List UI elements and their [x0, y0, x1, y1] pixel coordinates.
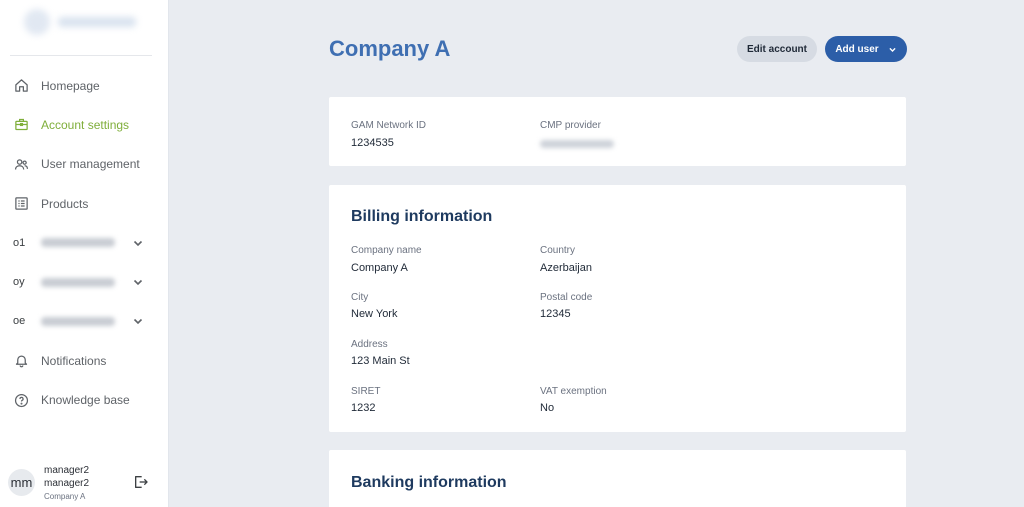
user-company: Company A — [44, 492, 86, 501]
sidebar-nav: Homepage Account settings User managemen… — [0, 66, 168, 420]
briefcase-icon — [13, 117, 29, 133]
sidebar-item-label: Knowledge base — [41, 393, 130, 408]
siret-value: 1232 — [351, 402, 376, 414]
sidebar-item-group-3[interactable]: oe — [0, 302, 168, 341]
sidebar: Homepage Account settings User managemen… — [0, 0, 169, 507]
cmp-provider-label: CMP provider — [540, 120, 601, 131]
address-label: Address — [351, 339, 388, 350]
user-profile[interactable]: mm manager2 manager2 Company A — [8, 462, 158, 504]
logo-text — [58, 17, 136, 27]
company-name-label: Company name — [351, 245, 422, 256]
logo-mark — [24, 9, 50, 35]
network-card: GAM Network ID 1234535 CMP provider — [329, 97, 906, 166]
sidebar-item-label: Notifications — [41, 353, 107, 368]
list-icon — [13, 196, 29, 212]
vat-exemption-label: VAT exemption — [540, 386, 607, 397]
chevron-down-icon[interactable] — [132, 237, 144, 249]
add-user-button[interactable]: Add user — [825, 36, 907, 62]
country-label: Country — [540, 245, 576, 256]
billing-card: Billing information Company name Company… — [329, 185, 906, 432]
group-abbreviation: oe — [13, 315, 26, 328]
redacted-label — [41, 238, 115, 248]
help-circle-icon — [13, 392, 29, 408]
page-title: Company A — [329, 36, 451, 61]
banking-section-title: Banking information — [351, 474, 507, 491]
sidebar-item-products[interactable]: Products — [0, 184, 168, 223]
users-icon — [13, 156, 29, 172]
city-label: City — [351, 292, 369, 303]
cmp-provider-value-redacted — [540, 140, 614, 148]
billing-section-title: Billing information — [351, 208, 493, 225]
chevron-down-icon[interactable] — [132, 276, 144, 288]
sidebar-item-group-2[interactable]: oy — [0, 262, 168, 301]
sidebar-item-label: Homepage — [41, 78, 100, 93]
sidebar-item-homepage[interactable]: Homepage — [0, 66, 168, 105]
gam-network-id-label: GAM Network ID — [351, 120, 427, 131]
group-abbreviation: o1 — [13, 236, 26, 249]
logout-icon[interactable] — [133, 474, 149, 490]
company-name-value: Company A — [351, 262, 408, 274]
group-abbreviation: oy — [13, 276, 25, 289]
redacted-label — [41, 277, 115, 287]
postal-code-value: 12345 — [540, 308, 571, 320]
vat-exemption-value: No — [540, 402, 555, 414]
home-icon — [13, 78, 29, 94]
banking-card: Banking information — [329, 450, 906, 507]
sidebar-item-label: User management — [41, 157, 140, 172]
sidebar-item-knowledge-base[interactable]: Knowledge base — [0, 380, 168, 419]
sidebar-item-group-1[interactable]: o1 — [0, 223, 168, 262]
postal-code-label: Postal code — [540, 292, 593, 303]
address-value: 123 Main St — [351, 355, 410, 367]
user-name-secondary: manager2 — [44, 478, 90, 489]
sidebar-item-label: Account settings — [41, 117, 130, 132]
sidebar-item-user-management[interactable]: User management — [0, 145, 168, 184]
sidebar-item-label: Products — [41, 196, 89, 211]
chevron-down-icon[interactable] — [132, 315, 144, 327]
redacted-label — [41, 316, 115, 326]
sidebar-divider — [10, 55, 152, 56]
bell-icon — [13, 353, 29, 369]
sidebar-item-notifications[interactable]: Notifications — [0, 341, 168, 380]
sidebar-item-account-settings[interactable]: Account settings — [0, 105, 168, 144]
add-user-label: Add user — [835, 43, 879, 55]
chevron-down-icon — [888, 45, 897, 54]
gam-network-id-value: 1234535 — [351, 137, 394, 149]
country-value: Azerbaijan — [540, 262, 592, 274]
city-value: New York — [351, 308, 398, 320]
edit-account-button[interactable]: Edit account — [737, 36, 817, 62]
user-name: manager2 — [44, 465, 90, 476]
app-logo[interactable] — [24, 8, 142, 36]
avatar[interactable]: mm — [8, 469, 35, 496]
siret-label: SIRET — [351, 386, 381, 397]
